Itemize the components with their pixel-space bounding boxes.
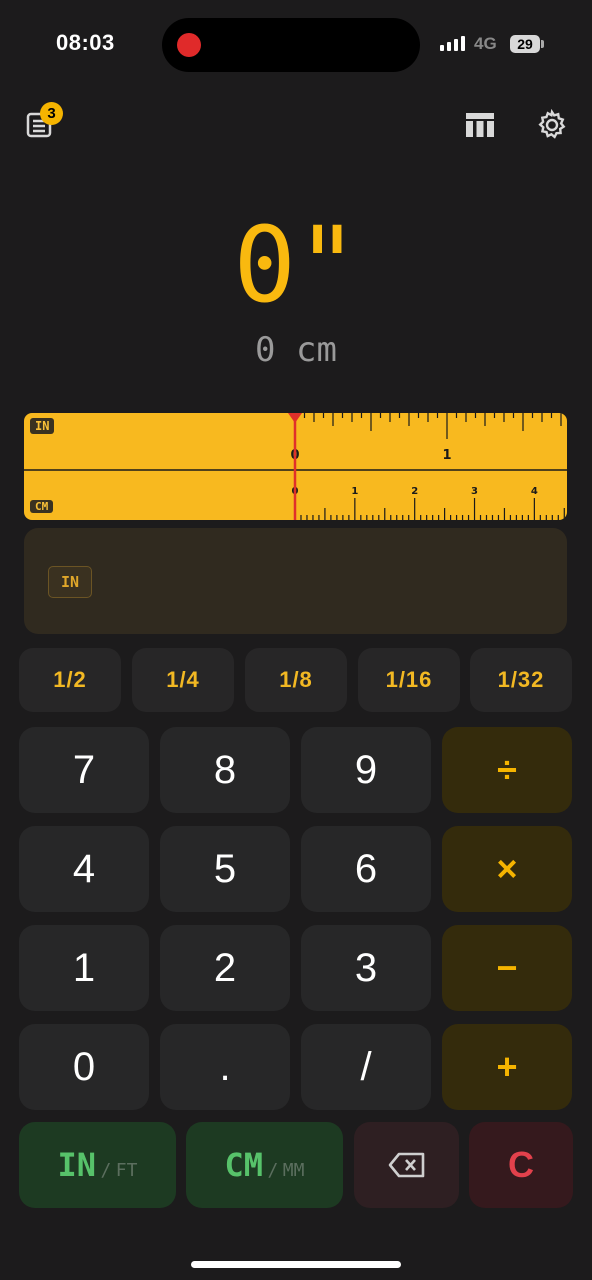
network-type: 4G bbox=[474, 34, 497, 53]
fraction-half-button[interactable]: 1/2 bbox=[19, 648, 121, 712]
key-4[interactable]: 4 bbox=[19, 826, 149, 912]
expression-input[interactable] bbox=[24, 528, 567, 634]
cm-label: 1 bbox=[351, 486, 358, 497]
main-value-display: 0" bbox=[233, 204, 359, 326]
inch-label: 1 bbox=[442, 448, 451, 463]
cm-label: 2 bbox=[411, 486, 418, 497]
home-indicator[interactable] bbox=[191, 1261, 401, 1268]
key-0[interactable]: 0 bbox=[19, 1024, 149, 1110]
key-7[interactable]: 7 bbox=[19, 727, 149, 813]
inches-label: IN bbox=[57, 1146, 97, 1184]
fraction-thirtysecond-button[interactable]: 1/32 bbox=[470, 648, 572, 712]
fraction-quarter-button[interactable]: 1/4 bbox=[132, 648, 234, 712]
converted-value-display: 0 cm bbox=[255, 330, 337, 370]
cm-label: 3 bbox=[471, 486, 478, 497]
centimeters-label: CM bbox=[224, 1146, 264, 1184]
signal-icon bbox=[440, 36, 465, 51]
recording-indicator-icon bbox=[177, 33, 201, 57]
divide-button[interactable]: ÷ bbox=[442, 727, 572, 813]
cm-label: 4 bbox=[531, 486, 538, 497]
subtract-button[interactable]: − bbox=[442, 925, 572, 1011]
backspace-button[interactable] bbox=[354, 1122, 459, 1208]
status-time: 08:03 bbox=[56, 30, 115, 55]
table-button[interactable] bbox=[464, 110, 496, 145]
key-5[interactable]: 5 bbox=[160, 826, 290, 912]
centimeters-millimeters-button[interactable]: CM / MM bbox=[186, 1122, 343, 1208]
key-6[interactable]: 6 bbox=[301, 826, 431, 912]
key-2[interactable]: 2 bbox=[160, 925, 290, 1011]
inches-feet-button[interactable]: IN / FT bbox=[19, 1122, 176, 1208]
settings-button[interactable] bbox=[536, 108, 568, 146]
battery-icon: 29 bbox=[510, 35, 540, 53]
key-1[interactable]: 1 bbox=[19, 925, 149, 1011]
fraction-sixteenth-button[interactable]: 1/16 bbox=[358, 648, 460, 712]
key-9[interactable]: 9 bbox=[301, 727, 431, 813]
millimeters-label: MM bbox=[282, 1160, 305, 1181]
separator: / bbox=[100, 1160, 112, 1181]
add-button[interactable]: + bbox=[442, 1024, 572, 1110]
clear-button[interactable]: C bbox=[469, 1122, 573, 1208]
ruler-indicator-marker bbox=[288, 413, 302, 423]
fraction-slash-button[interactable]: / bbox=[301, 1024, 431, 1110]
multiply-button[interactable]: × bbox=[442, 826, 572, 912]
ruler-unit-centimeters: CM bbox=[30, 500, 54, 513]
key-8[interactable]: 8 bbox=[160, 727, 290, 813]
history-count-badge: 3 bbox=[40, 102, 63, 125]
gear-icon bbox=[538, 108, 566, 139]
fraction-eighth-button[interactable]: 1/8 bbox=[245, 648, 347, 712]
decimal-point-button[interactable]: . bbox=[160, 1024, 290, 1110]
ruler-scale: 0101234 bbox=[24, 413, 567, 520]
battery-tip bbox=[541, 40, 544, 48]
separator: / bbox=[267, 1160, 279, 1181]
key-3[interactable]: 3 bbox=[301, 925, 431, 1011]
ruler[interactable]: 0101234 IN CM bbox=[24, 413, 567, 520]
backspace-icon bbox=[388, 1152, 424, 1178]
input-unit-chip[interactable]: IN bbox=[48, 566, 92, 598]
feet-label: FT bbox=[115, 1160, 138, 1181]
table-icon bbox=[466, 113, 494, 137]
ruler-unit-inches: IN bbox=[30, 418, 55, 434]
